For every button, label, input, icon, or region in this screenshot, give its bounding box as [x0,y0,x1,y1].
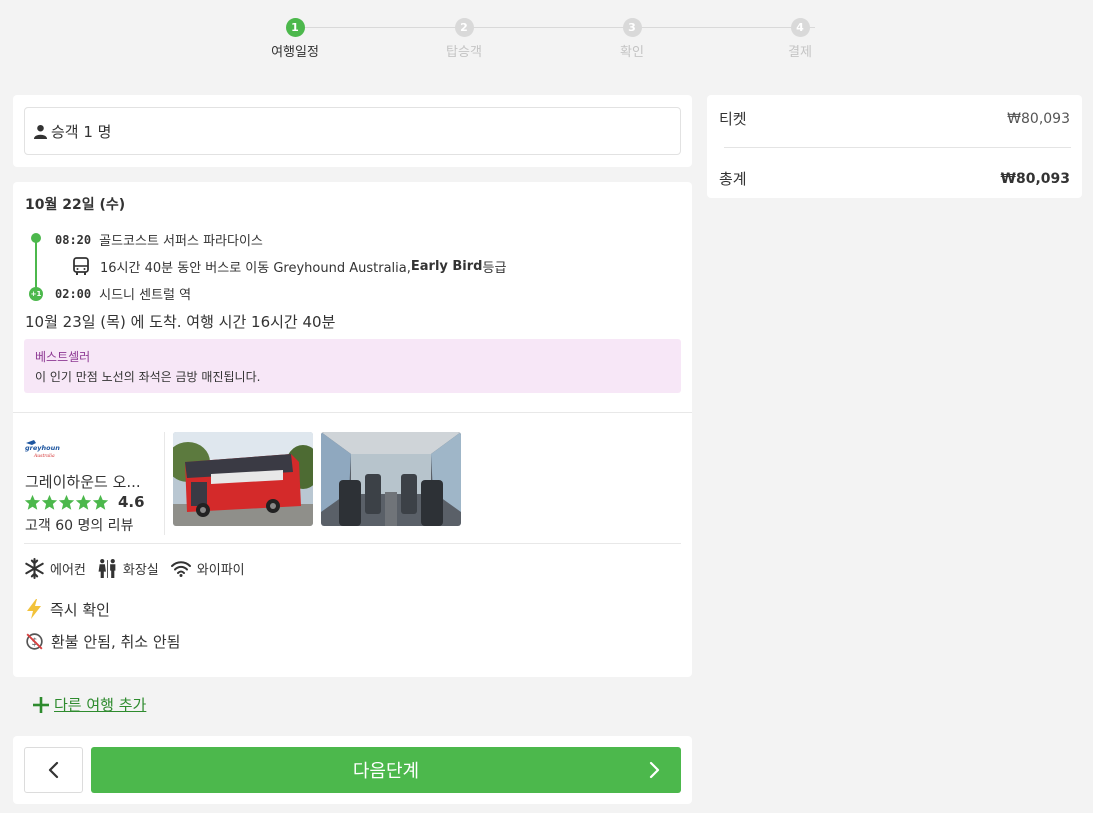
arrival-station: 시드니 센트럴 역 [99,288,192,303]
chevron-right-icon [649,761,660,779]
divider [724,147,1071,148]
step-payment: 4 결제 [715,18,885,60]
refund-policy: $ 환불 안됨, 취소 안됨 [24,631,180,652]
trip-card: 10월 22일 (수) +1 08:20 골드코스트 서퍼스 파라다이스 16시… [13,182,692,677]
operator-logo[interactable]: greyhound Australia [24,438,60,460]
timeline-line [35,238,37,292]
star-icon [75,494,92,510]
review-count[interactable]: 고객 60 명의 리뷰 [25,515,133,535]
step-confirm: 3 확인 [547,18,717,60]
fare-class: Early Bird [410,258,483,274]
ticket-price: ₩80,093 [1007,110,1070,127]
star-rating: 4.6 [24,493,145,511]
step-itinerary: 1 여행일정 [210,18,380,60]
wifi-icon [170,561,191,577]
transit-suffix: 등급 [482,260,507,276]
progress-stepper: 1 여행일정 2 탑승객 3 확인 4 결제 [210,18,890,68]
bestseller-title: 베스트셀러 [35,350,91,364]
back-button[interactable] [24,747,83,793]
price-summary: 티켓 ₩80,093 총계 ₩80,093 [707,95,1082,198]
chevron-left-icon [48,761,58,779]
star-icon [41,494,58,510]
step-passengers: 2 탑승객 [379,18,549,60]
amenity-label: 화장실 [122,563,159,578]
amenity-wifi: 와이파이 [170,558,245,579]
snowflake-icon [25,558,44,579]
star-icon [92,494,109,510]
bestseller-text: 이 인기 만점 노선의 좌석은 금방 매진됩니다. [35,370,261,384]
bus-icon [73,257,89,275]
rating-value: 4.6 [118,493,145,511]
passenger-card: 승객 1 명 [13,95,692,167]
lightning-icon [27,599,41,619]
step-label: 결제 [788,45,812,60]
amenity-restroom: 화장실 [97,558,159,579]
instant-confirmation: 즉시 확인 [24,598,110,620]
amenity-label: 와이파이 [196,563,245,578]
svg-text:greyhound: greyhound [25,444,60,452]
next-step-button[interactable]: 다음단계 [91,747,681,793]
svg-text:Australia: Australia [33,453,55,459]
step-number: 2 [454,18,474,37]
ticket-row: 티켓 ₩80,093 [719,108,1070,129]
passenger-count: 승객 1 명 [51,122,112,141]
amenity-label: 에어컨 [50,563,86,578]
amenity-air-conditioning: 에어컨 [24,558,86,579]
transit-row: 16시간 40분 동안 버스로 이동 Greyhound Australia, … [71,256,506,276]
bestseller-banner: 베스트셀러 이 인기 만점 노선의 좌석은 금방 매진됩니다. [24,339,681,393]
total-row: 총계 ₩80,093 [719,168,1070,189]
step-label: 탑승객 [446,45,482,60]
divider [13,412,692,413]
next-step-label: 다음단계 [352,761,420,782]
bus-exterior-photo[interactable] [173,432,313,526]
total-price: ₩80,093 [1000,170,1070,187]
arrival-row: 02:00 시드니 센트럴 역 [55,284,192,304]
star-icon [24,494,41,510]
restroom-icon [98,559,116,578]
transit-description: 16시간 40분 동안 버스로 이동 Greyhound Australia, [100,260,411,276]
trip-date: 10월 22일 (수) [25,197,126,213]
star-icon [58,494,75,510]
total-label: 총계 [719,170,747,188]
step-label: 여행일정 [271,45,319,60]
person-icon [33,124,48,139]
departure-time: 08:20 [55,232,92,247]
passenger-selector[interactable]: 승객 1 명 [24,107,681,155]
instant-confirmation-label: 즉시 확인 [50,600,110,619]
add-trip-link[interactable]: 다른 여행 추가 [31,694,146,715]
step-number: 1 [285,18,305,37]
amenities-list: 에어컨 화장실 와이파이 [24,558,256,579]
divider [24,543,681,544]
step-label: 확인 [620,45,644,60]
step-number: 4 [790,18,810,37]
vertical-divider [164,432,165,535]
plus-icon [33,696,49,713]
refund-policy-label: 환불 안됨, 취소 안됨 [51,633,181,651]
departure-station: 골드코스트 서퍼스 파라다이스 [99,234,263,249]
bus-interior-photo[interactable] [321,432,461,526]
navigation-bar: 다음단계 [13,736,692,804]
step-number: 3 [622,18,642,37]
arrival-time: 02:00 [55,286,92,301]
ticket-label: 티켓 [719,110,747,128]
no-refund-icon: $ [26,633,43,650]
arrival-summary: 10월 23일 (목) 에 도착. 여행 시간 16시간 40분 [25,313,336,331]
operator-name[interactable]: 그레이하운드 오... [25,471,141,492]
stepper-line [645,27,815,28]
arrival-dot: +1 [29,287,43,301]
departure-row: 08:20 골드코스트 서퍼스 파라다이스 [55,230,263,250]
stepper-line [305,27,645,28]
departure-dot [31,233,41,243]
add-trip-label[interactable]: 다른 여행 추가 [54,694,146,715]
